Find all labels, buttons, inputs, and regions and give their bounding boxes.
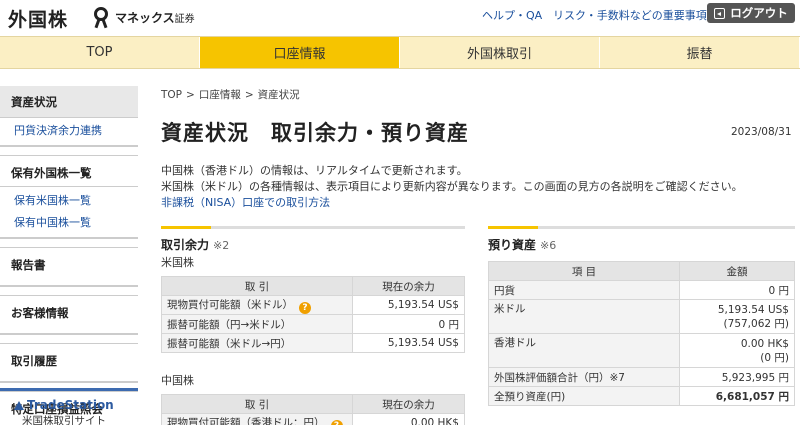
nisa-link[interactable]: 非課税（NISA）口座での取引方法 bbox=[161, 194, 330, 210]
row-value: 5,923,995 円 bbox=[679, 367, 795, 387]
tradestation-logo: TradeStation bbox=[14, 398, 138, 412]
sidebar-group-holdings: 保有外国株一覧 保有米国株一覧 保有中国株一覧 bbox=[0, 155, 138, 239]
row-label: 外国株評価額合計（円）※7 bbox=[488, 367, 680, 387]
tab-foreign-stock-trading[interactable]: 外国株取引 bbox=[400, 37, 600, 68]
row-value: 5,193.54 US$ bbox=[352, 295, 465, 315]
row-label: 現物買付可能額（米ドル）? bbox=[161, 295, 353, 315]
row-label: 振替可能額（円→米ドル） bbox=[161, 314, 353, 334]
col-header-item: 取 引 bbox=[161, 394, 353, 414]
section-divider bbox=[488, 226, 795, 229]
help-link[interactable]: ヘルプ・QA bbox=[482, 7, 542, 23]
row-value: 0 円 bbox=[352, 314, 465, 334]
trading-power-title: 取引余力 ※2 bbox=[161, 238, 230, 252]
header: 外国株 マネックス証券 ヘルプ・QA リスク・手数料などの重要事項 ログアウト bbox=[0, 0, 800, 36]
description-line: 中国株（香港ドル）の情報は、リアルタイムで更新されます。 bbox=[161, 164, 468, 177]
col-header-item: 項 目 bbox=[488, 261, 680, 281]
sidebar-group-assets: 資産状況 円貨決済余力連携 bbox=[0, 86, 138, 147]
sidebar-group-reports: 報告書 bbox=[0, 247, 138, 287]
table-header-row: 取 引 現在の余力 bbox=[161, 276, 465, 296]
row-label: 香港ドル bbox=[488, 333, 680, 368]
section-divider bbox=[161, 226, 465, 229]
table-row: 現物買付可能額（米ドル）? 5,193.54 US$ bbox=[161, 295, 465, 315]
tradestation-logo-icon bbox=[14, 400, 24, 410]
logo-text: マネックス証券 bbox=[115, 10, 195, 25]
row-value: 0.00 HK$ bbox=[352, 413, 465, 425]
sidebar-item-yen-settlement[interactable]: 円貨決済余力連携 bbox=[0, 118, 138, 145]
table-header-row: 取 引 現在の余力 bbox=[161, 394, 465, 414]
page-date: 2023/08/31 bbox=[731, 126, 792, 138]
monex-logo-icon bbox=[92, 6, 112, 29]
table-header-row: 項 目 金額 bbox=[488, 261, 795, 281]
row-label: 振替可能額（米ドル→円） bbox=[161, 333, 353, 353]
table-row: 米ドル 5,193.54 US$ (757,062 円) bbox=[488, 299, 795, 334]
description-line: 米国株（米ドル）の各種情報は、表示項目により更新内容が異なります。この画面の見方… bbox=[161, 180, 743, 193]
us-trading-power-table: 取 引 現在の余力 現物買付可能額（米ドル）? 5,193.54 US$ 振替可… bbox=[161, 276, 465, 353]
row-label: 円貨 bbox=[488, 280, 680, 300]
sidebar: 資産状況 円貨決済余力連携 保有外国株一覧 保有米国株一覧 保有中国株一覧 報告… bbox=[0, 86, 138, 425]
breadcrumb-top[interactable]: TOP bbox=[161, 89, 182, 101]
breadcrumb: TOP > 口座情報 > 資産状況 bbox=[161, 89, 300, 101]
table-row: 振替可能額（米ドル→円） 5,193.54 US$ bbox=[161, 333, 465, 353]
table-row: 振替可能額（円→米ドル） 0 円 bbox=[161, 314, 465, 334]
cn-stock-label: 中国株 bbox=[161, 374, 194, 387]
sidebar-item-asset-status[interactable]: 資産状況 bbox=[0, 86, 138, 117]
us-stock-label: 米国株 bbox=[161, 256, 194, 269]
help-question-icon[interactable]: ? bbox=[299, 301, 311, 314]
sidebar-item-holdings[interactable]: 保有外国株一覧 bbox=[0, 155, 138, 186]
row-value: 0 円 bbox=[679, 280, 795, 300]
sidebar-group-customer: お客様情報 bbox=[0, 295, 138, 335]
deposits-table: 項 目 金額 円貨 0 円 米ドル 5,193.54 US$ (757,062 円… bbox=[488, 261, 795, 406]
row-label: 米ドル bbox=[488, 299, 680, 334]
row-label: 全預り資産(円) bbox=[488, 386, 680, 406]
page-title: 資産状況 取引余力・預り資産 bbox=[161, 121, 469, 145]
sidebar-item-cn-holdings[interactable]: 保有中国株一覧 bbox=[0, 211, 138, 237]
logout-icon bbox=[714, 7, 726, 19]
main-nav: TOP 口座情報 外国株取引 振替 bbox=[0, 36, 800, 69]
row-value: 5,193.54 US$ bbox=[352, 333, 465, 353]
breadcrumb-current: 資産状況 bbox=[257, 89, 300, 101]
row-value: 0.00 HK$ (0 円) bbox=[679, 333, 795, 368]
cn-trading-power-table: 取 引 現在の余力 現物買付可能額（香港ドル：円）? 0.00 HK$ bbox=[161, 394, 465, 425]
tab-top[interactable]: TOP bbox=[0, 37, 200, 68]
table-row: 香港ドル 0.00 HK$ (0 円) bbox=[488, 333, 795, 368]
row-value: 6,681,057 円 bbox=[679, 386, 795, 406]
logout-button[interactable]: ログアウト bbox=[707, 3, 795, 23]
tradestation-subtitle: 米国株取引サイト bbox=[22, 415, 106, 425]
sidebar-group-history: 取引履歴 bbox=[0, 343, 138, 383]
breadcrumb-account-info[interactable]: 口座情報 bbox=[199, 89, 241, 101]
tab-transfer[interactable]: 振替 bbox=[600, 37, 800, 68]
table-row: 外国株評価額合計（円）※7 5,923,995 円 bbox=[488, 367, 795, 387]
col-header-value: 現在の余力 bbox=[352, 276, 465, 296]
sidebar-item-customer-info[interactable]: お客様情報 bbox=[0, 295, 138, 333]
row-label: 現物買付可能額（香港ドル：円）? bbox=[161, 413, 353, 425]
deposits-title: 預り資産 ※6 bbox=[488, 238, 557, 252]
table-row: 円貨 0 円 bbox=[488, 280, 795, 300]
row-value: 5,193.54 US$ (757,062 円) bbox=[679, 299, 795, 334]
monex-logo[interactable]: マネックス証券 bbox=[92, 6, 195, 29]
col-header-item: 取 引 bbox=[161, 276, 353, 296]
help-question-icon[interactable]: ? bbox=[330, 419, 343, 425]
sidebar-item-reports[interactable]: 報告書 bbox=[0, 247, 138, 285]
risk-fees-link[interactable]: リスク・手数料などの重要事項 bbox=[553, 7, 707, 23]
col-header-value: 現在の余力 bbox=[352, 394, 465, 414]
table-row: 現物買付可能額（香港ドル：円）? 0.00 HK$ bbox=[161, 413, 465, 425]
sidebar-item-trade-history[interactable]: 取引履歴 bbox=[0, 343, 138, 381]
col-header-value: 金額 bbox=[679, 261, 795, 281]
brand-title: 外国株 bbox=[8, 9, 69, 31]
tab-account-info[interactable]: 口座情報 bbox=[200, 37, 400, 68]
sidebar-item-us-holdings[interactable]: 保有米国株一覧 bbox=[0, 187, 138, 211]
table-row: 全預り資産(円) 6,681,057 円 bbox=[488, 386, 795, 406]
tradestation-banner[interactable]: TradeStation 米国株取引サイト bbox=[0, 388, 138, 425]
